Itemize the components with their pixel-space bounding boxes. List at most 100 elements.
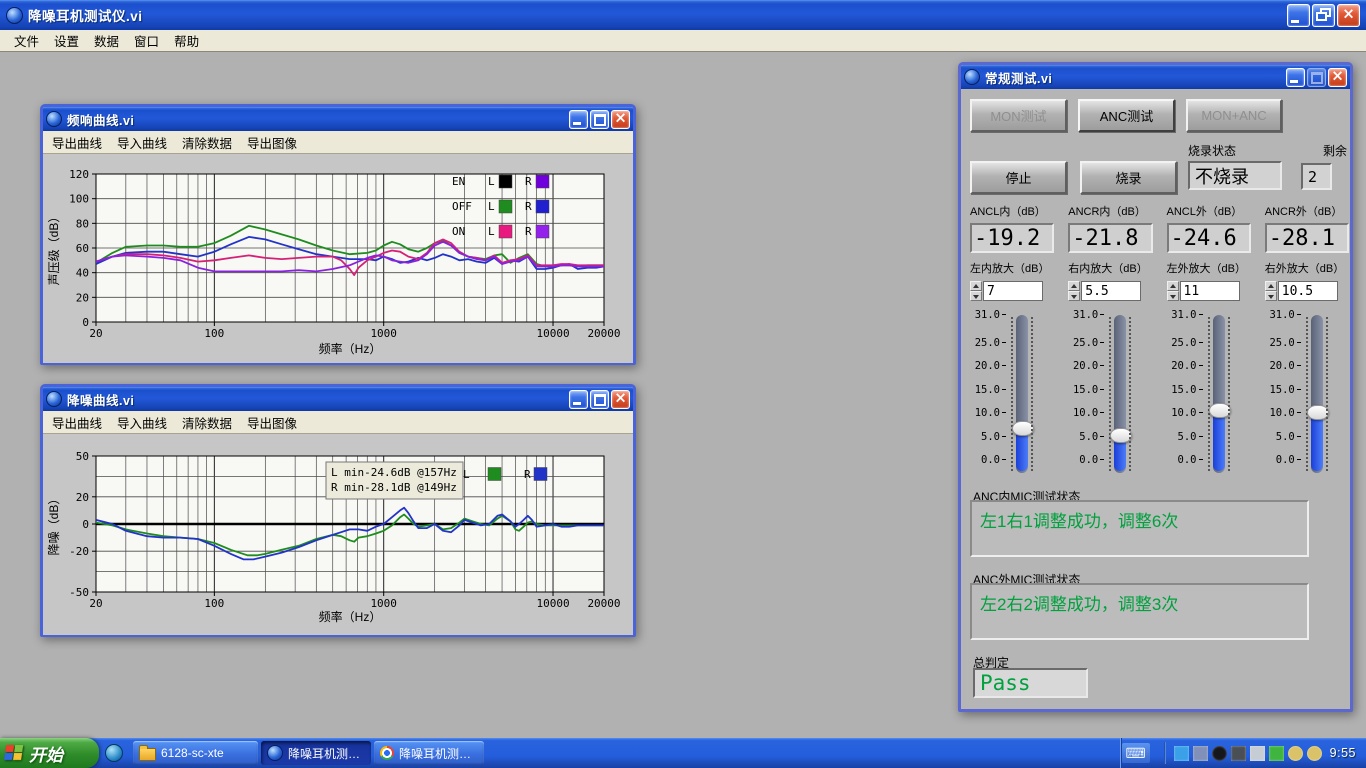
taskbar-button-3[interactable]: 降噪耳机测试仪20... bbox=[374, 741, 484, 765]
mode-button-1[interactable]: MON测试 bbox=[970, 99, 1067, 132]
y-tick-label: 0 bbox=[82, 518, 89, 531]
menu-item-3[interactable]: 清除数据 bbox=[175, 130, 239, 155]
x-axis-label: 频率（Hz） bbox=[319, 609, 382, 624]
spinner-down-button[interactable] bbox=[1265, 291, 1277, 301]
mode-button-2[interactable]: ANC测试 bbox=[1078, 99, 1175, 132]
menu-item-4[interactable]: 导出图像 bbox=[240, 130, 304, 155]
restore-button[interactable] bbox=[1312, 4, 1335, 27]
folder-icon bbox=[139, 748, 156, 761]
menu-item-1[interactable]: 文件 bbox=[7, 28, 46, 53]
legend-swatch bbox=[488, 468, 501, 481]
slider-track[interactable] bbox=[1311, 315, 1323, 473]
x-tick-label: 20000 bbox=[587, 597, 620, 610]
qq-icon[interactable] bbox=[1212, 746, 1227, 761]
freq-window-titlebar[interactable]: 频响曲线.vi bbox=[43, 107, 633, 131]
legend-name: R bbox=[524, 468, 531, 481]
gains-row: 左内放大（dB）731.025.020.015.010.05.00.0右内放大（… bbox=[970, 260, 1349, 487]
taskbar-button-label: 降噪耳机测试仪.vi bbox=[288, 745, 365, 762]
volume-icon[interactable] bbox=[1250, 746, 1265, 761]
reading-value: -19.2 bbox=[970, 223, 1054, 253]
spinner-down-button[interactable] bbox=[1167, 291, 1179, 301]
legend-l-swatch bbox=[499, 200, 512, 213]
gain-label: 右外放大（dB） bbox=[1265, 260, 1349, 276]
test-window-titlebar[interactable]: 常规测试.vi bbox=[961, 65, 1350, 89]
menu-item-1[interactable]: 导出曲线 bbox=[45, 130, 109, 155]
taskbar-button-label: 6128-sc-xte bbox=[161, 746, 224, 760]
slider-tick-label: 10.0 bbox=[1068, 407, 1104, 419]
quick-launch-icon[interactable] bbox=[105, 744, 123, 762]
burn-button[interactable]: 烧录 bbox=[1080, 161, 1177, 194]
spinner-up-button[interactable] bbox=[970, 281, 982, 291]
gain-label: 左内放大（dB） bbox=[970, 260, 1054, 276]
action-buttons-row: 停止烧录 bbox=[970, 161, 1177, 194]
menu-item-4[interactable]: 导出图像 bbox=[240, 410, 304, 435]
network-icon[interactable] bbox=[1174, 746, 1189, 761]
nr-window-titlebar[interactable]: 降噪曲线.vi bbox=[43, 387, 633, 411]
gain-spinner-3: 11 bbox=[1167, 281, 1251, 301]
menu-item-3[interactable]: 清除数据 bbox=[175, 410, 239, 435]
menu-item-2[interactable]: 导入曲线 bbox=[110, 130, 174, 155]
gain-input[interactable]: 11 bbox=[1180, 281, 1240, 301]
gain-input[interactable]: 7 bbox=[983, 281, 1043, 301]
input-method-icon[interactable] bbox=[1122, 743, 1150, 763]
minimize-button[interactable] bbox=[1286, 68, 1305, 87]
menu-item-1[interactable]: 导出曲线 bbox=[45, 410, 109, 435]
menu-item-2[interactable]: 导入曲线 bbox=[110, 410, 174, 435]
spinner-up-button[interactable] bbox=[1068, 281, 1080, 291]
noise-reduction-window: 降噪曲线.vi 导出曲线导入曲线清除数据导出图像 50200-20-502010… bbox=[40, 384, 636, 637]
slider-tick-label: 20.0 bbox=[1167, 360, 1203, 372]
slider-tick-label: 31.0 bbox=[1265, 309, 1301, 321]
minimize-button[interactable] bbox=[569, 110, 588, 129]
slider-track[interactable] bbox=[1016, 315, 1028, 473]
maximize-button[interactable] bbox=[590, 390, 609, 409]
coin-icon-2[interactable] bbox=[1307, 746, 1322, 761]
stop-button[interactable]: 停止 bbox=[970, 161, 1067, 194]
close-button[interactable] bbox=[611, 110, 630, 129]
minimize-button[interactable] bbox=[569, 390, 588, 409]
coin-icon[interactable] bbox=[1288, 746, 1303, 761]
spinner-up-button[interactable] bbox=[1265, 281, 1277, 291]
slider-track[interactable] bbox=[1114, 315, 1126, 473]
mode-button-3[interactable]: MON+ANC bbox=[1186, 99, 1282, 132]
camera-icon[interactable] bbox=[1231, 746, 1246, 761]
mode-buttons-row: MON测试 ANC测试 MON+ANC bbox=[970, 99, 1347, 132]
close-button[interactable] bbox=[1328, 68, 1347, 87]
gain-input[interactable]: 10.5 bbox=[1278, 281, 1338, 301]
spinner-down-button[interactable] bbox=[1068, 291, 1080, 301]
gain-column-4: 右外放大（dB）10.531.025.020.015.010.05.00.0 bbox=[1265, 260, 1349, 487]
mic-outer-status-text: 左2右2调整成功，调整3次 bbox=[980, 595, 1178, 614]
spinner-up-button[interactable] bbox=[1167, 281, 1179, 291]
main-window-titlebar[interactable]: 降噪耳机测试仪.vi bbox=[0, 0, 1366, 30]
slider-thumb[interactable] bbox=[1012, 421, 1034, 436]
menu-item-4[interactable]: 窗口 bbox=[127, 28, 166, 53]
close-button[interactable] bbox=[611, 390, 630, 409]
start-button[interactable]: 开始 bbox=[0, 738, 99, 768]
offline-icon[interactable] bbox=[1193, 746, 1208, 761]
menu-item-2[interactable]: 设置 bbox=[47, 28, 86, 53]
slider-thumb[interactable] bbox=[1110, 428, 1132, 443]
menu-item-3[interactable]: 数据 bbox=[87, 28, 126, 53]
gain-column-3: 左外放大（dB）1131.025.020.015.010.05.00.0 bbox=[1167, 260, 1251, 487]
slider-thumb[interactable] bbox=[1209, 403, 1231, 418]
slider-tick-label: 20.0 bbox=[1068, 360, 1104, 372]
taskbar-button-1[interactable]: 6128-sc-xte bbox=[133, 741, 258, 765]
chrome-icon bbox=[380, 746, 394, 760]
maximize-button[interactable] bbox=[590, 110, 609, 129]
y-tick-label: 80 bbox=[76, 217, 89, 230]
slider-track[interactable] bbox=[1213, 315, 1225, 473]
gain-label: 左外放大（dB） bbox=[1167, 260, 1251, 276]
menu-item-5[interactable]: 帮助 bbox=[167, 28, 206, 53]
gain-spinner-1: 7 bbox=[970, 281, 1054, 301]
clock: 9:55 bbox=[1330, 746, 1356, 760]
minimize-button[interactable] bbox=[1287, 4, 1310, 27]
slider-thumb[interactable] bbox=[1307, 405, 1329, 420]
spinner-down-button[interactable] bbox=[970, 291, 982, 301]
gain-input[interactable]: 5.5 bbox=[1081, 281, 1141, 301]
reading-label: ANCR外（dB） bbox=[1265, 203, 1349, 219]
close-button[interactable] bbox=[1337, 4, 1360, 27]
legend-swatch bbox=[534, 468, 547, 481]
legend-r-label: R bbox=[525, 225, 532, 238]
taskbar-button-2[interactable]: 降噪耳机测试仪.vi bbox=[261, 741, 371, 765]
update-icon[interactable] bbox=[1269, 746, 1284, 761]
slider-tick-label: 0.0 bbox=[970, 454, 1006, 466]
